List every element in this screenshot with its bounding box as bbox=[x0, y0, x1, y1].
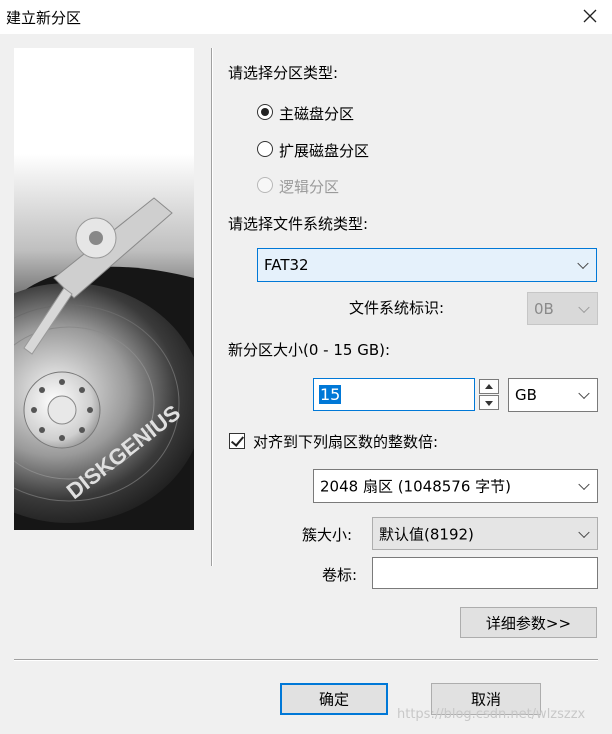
disk-illustration: DISKGENIUS bbox=[0, 48, 204, 530]
radio-button bbox=[257, 177, 273, 193]
radio-button[interactable] bbox=[257, 141, 273, 157]
radio-primary-partition[interactable]: 主磁盘分区 bbox=[257, 103, 397, 123]
dialog-title: 建立新分区 bbox=[6, 9, 82, 27]
chevron-down-icon bbox=[578, 526, 590, 538]
vertical-separator bbox=[211, 48, 212, 566]
horizontal-separator bbox=[14, 659, 598, 660]
partition-size-value: 15 bbox=[319, 385, 342, 404]
size-unit-select[interactable]: GB bbox=[508, 378, 598, 412]
align-checkbox[interactable] bbox=[229, 433, 245, 449]
size-spin-up[interactable] bbox=[479, 379, 499, 394]
filesystem-select[interactable]: FAT32 bbox=[257, 248, 597, 282]
chevron-down-icon bbox=[578, 478, 590, 491]
details-button-label: 详细参数>> bbox=[485, 614, 572, 632]
radio-logical-partition: 逻辑分区 bbox=[257, 176, 377, 196]
size-spin-down[interactable] bbox=[479, 395, 499, 410]
filesystem-id-label: 文件系统标识: bbox=[349, 299, 445, 317]
radio-extended-partition[interactable]: 扩展磁盘分区 bbox=[257, 140, 407, 160]
details-button[interactable]: 详细参数>> bbox=[460, 607, 597, 638]
filesystem-type-label: 请选择文件系统类型: bbox=[228, 215, 369, 233]
radio-label: 扩展磁盘分区 bbox=[279, 142, 370, 160]
filesystem-id-value: 0B bbox=[534, 299, 554, 318]
chevron-down-icon bbox=[577, 257, 589, 270]
align-checkbox-label: 对齐到下列扇区数的整数倍: bbox=[253, 433, 439, 451]
volume-label-input[interactable] bbox=[372, 557, 598, 589]
ok-button[interactable]: 确定 bbox=[280, 683, 388, 715]
arrow-down-icon bbox=[485, 401, 493, 406]
size-unit-value: GB bbox=[515, 386, 537, 404]
radio-label: 主磁盘分区 bbox=[279, 105, 355, 123]
filesystem-select-value: FAT32 bbox=[264, 256, 309, 274]
hard-disk-icon: DISKGENIUS bbox=[0, 48, 204, 530]
align-sector-value: 2048 扇区 (1048576 字节) bbox=[320, 477, 511, 496]
cluster-size-value: 默认值(8192) bbox=[379, 525, 474, 543]
filesystem-id-select: 0B bbox=[527, 292, 598, 325]
ok-button-label: 确定 bbox=[318, 690, 349, 709]
radio-label: 逻辑分区 bbox=[279, 178, 340, 196]
align-sector-select[interactable]: 2048 扇区 (1048576 字节) bbox=[313, 469, 598, 503]
chevron-down-icon bbox=[578, 301, 590, 313]
cluster-size-select[interactable]: 默认值(8192) bbox=[372, 517, 598, 550]
volume-label-label: 卷标: bbox=[322, 566, 358, 584]
radio-button[interactable] bbox=[257, 104, 273, 120]
partition-size-input[interactable]: 15 bbox=[313, 378, 475, 411]
watermark: https://blog.csdn.net/wlzszzx bbox=[397, 707, 586, 722]
chevron-down-icon bbox=[578, 387, 590, 400]
partition-type-label: 请选择分区类型: bbox=[228, 64, 339, 82]
title-bar bbox=[0, 0, 612, 34]
arrow-up-icon bbox=[485, 384, 493, 389]
close-icon[interactable] bbox=[578, 2, 602, 30]
partition-size-label: 新分区大小(0 - 15 GB): bbox=[228, 341, 391, 359]
cluster-size-label: 簇大小: bbox=[302, 526, 353, 544]
